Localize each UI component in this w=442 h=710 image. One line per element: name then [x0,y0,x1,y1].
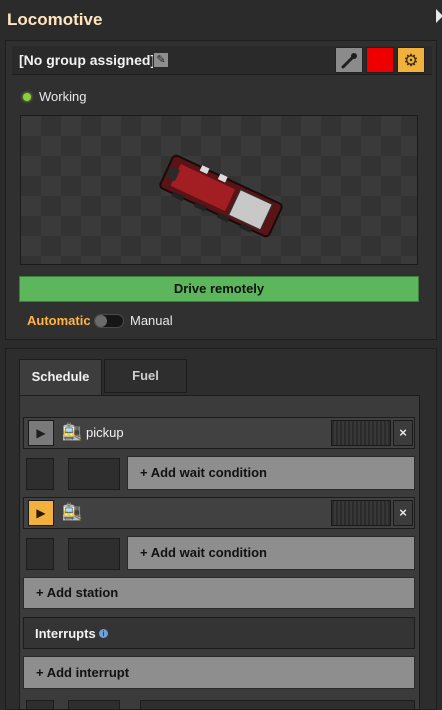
automatic-label[interactable]: Automatic [27,313,91,328]
interrupt-slot [68,700,120,710]
play-icon[interactable]: ▶ [28,420,54,446]
play-icon[interactable]: ▶ [28,500,54,526]
locomotive-preview [20,115,418,265]
condition-slot [26,458,54,490]
drive-remotely-button[interactable]: Drive remotely [19,276,419,302]
drag-handle[interactable] [331,500,391,526]
locomotive-image [159,154,283,238]
interrupt-slot [140,700,415,710]
collapse-arrow-icon[interactable] [436,9,442,23]
drag-handle[interactable] [331,420,391,446]
train-stop-icon: 🚉 [62,424,82,441]
train-stop-icon: 🚉 [62,504,82,521]
mode-toggle-knob[interactable] [95,315,107,327]
remove-station-icon[interactable]: × [393,500,413,526]
station-name: pickup [86,425,124,440]
interrupt-slot [26,700,54,710]
condition-slot [26,538,54,570]
manual-label[interactable]: Manual [130,313,173,328]
condition-slot [68,458,120,490]
color-swatch[interactable] [366,47,394,73]
tab-schedule[interactable]: Schedule [19,359,102,395]
interrupts-label: Interrupts [35,626,96,641]
eyedropper-button[interactable] [335,47,363,73]
remove-station-icon[interactable]: × [393,420,413,446]
status-text: Working [39,89,87,104]
eyedropper-icon [341,53,357,69]
pencil-icon[interactable]: ✎ [153,52,169,68]
info-icon[interactable]: i [99,629,108,638]
group-label: [No group assigned] [19,52,156,68]
add-interrupt-button[interactable]: + Add interrupt [23,656,415,689]
gear-icon[interactable]: ⚙ [397,47,425,73]
add-wait-condition-button[interactable]: + Add wait condition [127,456,415,490]
status-indicator-icon [23,93,31,101]
add-wait-condition-button[interactable]: + Add wait condition [127,536,415,570]
condition-slot [68,538,120,570]
window-title: Locomotive [7,10,103,29]
tab-fuel[interactable]: Fuel [104,359,187,393]
add-station-button[interactable]: + Add station [23,577,415,609]
